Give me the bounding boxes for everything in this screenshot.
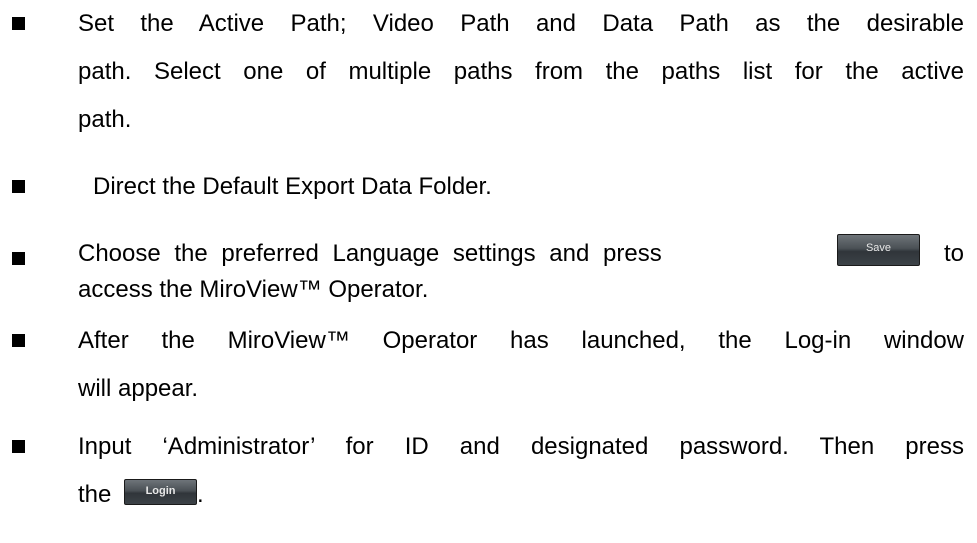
text-segment: .	[197, 481, 204, 508]
text-line: access the MiroView™ Operator.	[78, 276, 429, 303]
list-item-text: Choose the preferred Language settings a…	[78, 234, 964, 306]
save-button[interactable]: Save	[836, 234, 920, 266]
text-line: the Login.	[78, 471, 964, 519]
text-line: path. Select one of multiple paths from …	[78, 58, 964, 85]
text-segment: Choose the preferred Language settings a…	[78, 240, 662, 267]
text-line: Set the Active Path; Video Path and Data…	[78, 10, 964, 37]
text-segment: the	[78, 481, 112, 508]
list-item-text: Set the Active Path; Video Path and Data…	[78, 0, 964, 144]
text-line: path.	[78, 106, 132, 133]
square-bullet-icon	[12, 180, 25, 193]
text-line: After the MiroView™ Operator has launche…	[78, 327, 964, 354]
square-bullet-icon	[12, 440, 25, 453]
text-segment: to	[943, 240, 964, 267]
square-bullet-icon	[12, 17, 25, 30]
login-button[interactable]: Login	[124, 478, 198, 505]
list-item-text: After the MiroView™ Operator has launche…	[78, 317, 964, 413]
list-item-text: Input ‘Administrator’ for ID and designa…	[78, 423, 964, 519]
square-bullet-icon	[12, 334, 25, 347]
list-item-text: Direct the Default Export Data Folder.	[93, 163, 977, 211]
text-line: Choose the preferred Language settings a…	[78, 234, 964, 274]
text-line: will appear.	[78, 375, 199, 402]
instruction-document: Set the Active Path; Video Path and Data…	[0, 0, 977, 543]
text-line: Direct the Default Export Data Folder.	[93, 173, 492, 200]
text-line: Input ‘Administrator’ for ID and designa…	[78, 433, 964, 460]
square-bullet-icon	[12, 252, 25, 265]
